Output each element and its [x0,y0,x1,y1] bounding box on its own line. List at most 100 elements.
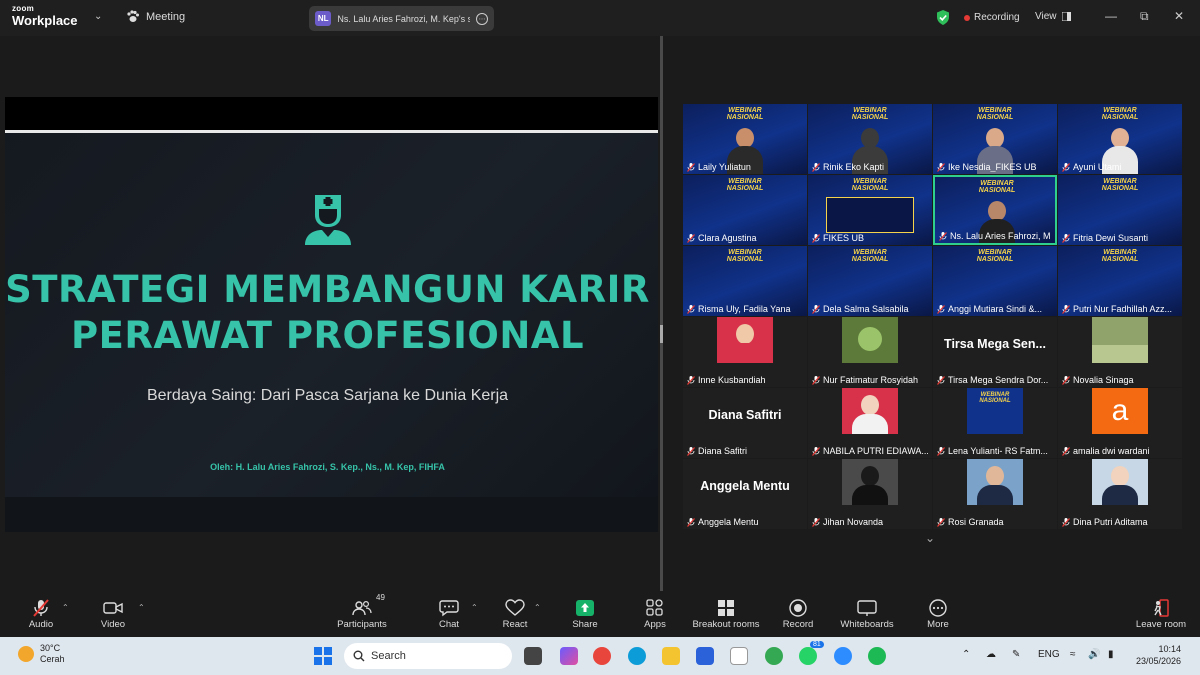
participant-tile[interactable]: WEBINAR NASIONAL Putri Nur Fadhillah Azz.… [1058,246,1182,316]
leave-room-label: Leave room [1135,619,1187,630]
participant-tile[interactable]: Novalia Sinaga [1058,317,1182,387]
leave-room-button[interactable]: Leave room [1126,599,1196,630]
whatsapp-icon[interactable] [799,647,817,665]
profile-picture [717,317,773,363]
zoom-logo[interactable]: zoom Workplace [12,5,78,28]
participant-tile[interactable]: Dina Putri Aditama [1058,459,1182,529]
restore-icon[interactable]: ⧉ [1140,9,1149,24]
zoom-icon[interactable] [834,647,852,665]
participant-name: Ayuni Utami [1062,162,1178,172]
minimize-icon[interactable]: — [1105,9,1117,23]
copilot-icon[interactable] [560,647,578,665]
solitaire-icon[interactable] [730,647,748,665]
breakout-rooms-button[interactable]: Breakout rooms [691,599,761,630]
share-screen-icon [576,600,594,616]
view-button[interactable]: View [1035,11,1071,22]
participant-tile[interactable]: WEBINAR NASIONAL Dela Salma Salsabila [808,246,932,316]
divider-handle[interactable] [660,325,663,343]
participant-name: Risma Uly, Fadila Yana [687,304,803,314]
chevron-up-icon[interactable]: ⌃ [62,603,69,612]
windows-start-icon[interactable] [314,647,332,665]
participant-name: Inne Kusbandiah [687,375,803,385]
participant-tile[interactable]: Jihan Novanda [808,459,932,529]
participant-tile[interactable]: Rosi Granada [933,459,1057,529]
participant-tile[interactable]: WEBINAR NASIONAL Lena Yulianti- RS Fatm..… [933,388,1057,458]
participant-tile[interactable]: NABILA PUTRI EDIAWA... [808,388,932,458]
chevron-up-icon[interactable]: ⌃ [962,649,970,660]
mic-muted-icon [812,162,820,172]
spotify-icon[interactable] [868,647,886,665]
shield-check-icon[interactable] [936,10,950,25]
file-explorer-icon[interactable] [662,647,680,665]
mic-muted-icon [687,304,695,314]
participant-tile[interactable]: WEBINAR NASIONAL Ike Nesdia_FIKES UB [933,104,1057,174]
battery-icon[interactable]: ▮ [1108,649,1114,660]
record-label: Record [782,619,814,630]
chevron-up-icon[interactable]: ⌃ [138,603,145,612]
mic-muted-icon [1062,446,1070,456]
chevron-up-icon[interactable]: ⌃ [471,603,478,612]
zoom-window: zoom Workplace ⌄ Meeting NL Ns. Lalu Ari… [0,0,1200,675]
record-button[interactable]: Record [763,599,833,630]
pen-icon[interactable]: ✎ [1012,649,1020,660]
meeting-menu-button[interactable]: Meeting [126,10,185,23]
participant-tile[interactable]: WEBINAR NASIONAL Ns. Lalu Aries Fahrozi, … [933,175,1057,245]
participant-tile[interactable]: WEBINAR NASIONAL Rinik Eko Kapti [808,104,932,174]
taskbar-search[interactable]: Search [344,643,512,669]
screen-share-indicator[interactable]: NL Ns. Lalu Aries Fahrozi, M. Kep's sc ⋯ [309,6,494,31]
participant-tile[interactable]: Diana Safitri Diana Safitri [683,388,807,458]
profile-picture [842,388,898,434]
participant-tile[interactable]: WEBINAR NASIONAL Clara Agustina [683,175,807,245]
participants-button[interactable]: Participants [327,599,397,630]
volume-icon[interactable]: 🔊 [1088,649,1100,660]
cloud-icon[interactable]: ☁ [986,649,996,660]
taskbar-clock[interactable]: 10:14 23/05/2026 [1136,643,1181,667]
store-icon[interactable] [696,647,714,665]
chevron-down-icon[interactable]: ⌄ [94,11,102,22]
participant-tile[interactable]: Anggela Mentu Anggela Mentu [683,459,807,529]
chrome-icon[interactable] [593,647,611,665]
more-icon[interactable]: ⋯ [476,12,488,25]
participant-tile[interactable]: WEBINAR NASIONAL Ayuni Utami [1058,104,1182,174]
sun-icon [18,646,34,662]
language-indicator[interactable]: ENG [1038,649,1060,660]
participant-name: Diana Safitri [687,446,803,456]
share-button[interactable]: Share [550,599,620,630]
chevron-down-icon[interactable]: ⌄ [925,531,935,545]
share-text: Ns. Lalu Aries Fahrozi, M. Kep's sc [337,13,471,24]
close-icon[interactable]: ✕ [1174,9,1184,23]
weather-widget[interactable]: 30°C Cerah [18,643,65,665]
participant-tile[interactable]: Inne Kusbandiah [683,317,807,387]
participant-tile[interactable]: Tirsa Mega Sen... Tirsa Mega Sendra Dor..… [933,317,1057,387]
participants-label: Participants [337,619,387,630]
whiteboards-button[interactable]: Whiteboards [832,599,902,630]
edge-icon[interactable] [628,647,646,665]
task-view-icon[interactable] [524,647,542,665]
participant-tile[interactable]: Nur Fatimatur Rosyidah [808,317,932,387]
participant-tile[interactable]: WEBINAR NASIONAL Anggi Mutiara Sindi &... [933,246,1057,316]
participant-name: Fitria Dewi Susanti [1062,233,1178,243]
mic-muted-icon [812,375,820,385]
slide-author: Oleh: H. Lalu Aries Fahrozi, S. Kep., Ns… [210,462,445,472]
wifi-icon[interactable]: ≈ [1070,649,1076,660]
webinar-banner: WEBINAR NASIONAL [851,107,889,121]
split-divider[interactable] [660,36,663,591]
search-icon [353,650,365,662]
participant-tile[interactable]: WEBINAR NASIONAL Risma Uly, Fadila Yana [683,246,807,316]
apps-button[interactable]: Apps [620,599,690,630]
recording-indicator[interactable]: Recording [964,12,1020,23]
participant-tile[interactable]: a amalia dwi wardani [1058,388,1182,458]
participant-name: NABILA PUTRI EDIAWA... [812,446,928,456]
shared-screen[interactable]: STRATEGI MEMBANGUN KARIR PERAWAT PROFESI… [5,97,658,532]
participant-tile[interactable]: WEBINAR NASIONAL FIKES UB [808,175,932,245]
view-label: View [1035,11,1057,22]
chevron-up-icon[interactable]: ⌃ [534,603,541,612]
chrome-profile-icon[interactable] [765,647,783,665]
mic-muted-icon [812,233,820,243]
mic-muted-icon [687,446,695,456]
participant-tile[interactable]: WEBINAR NASIONAL Laily Yuliatun [683,104,807,174]
participant-tile[interactable]: WEBINAR NASIONAL Fitria Dewi Susanti [1058,175,1182,245]
more-button[interactable]: More [903,599,973,630]
video-label: Video [100,619,126,630]
clock-date: 23/05/2026 [1136,656,1182,666]
